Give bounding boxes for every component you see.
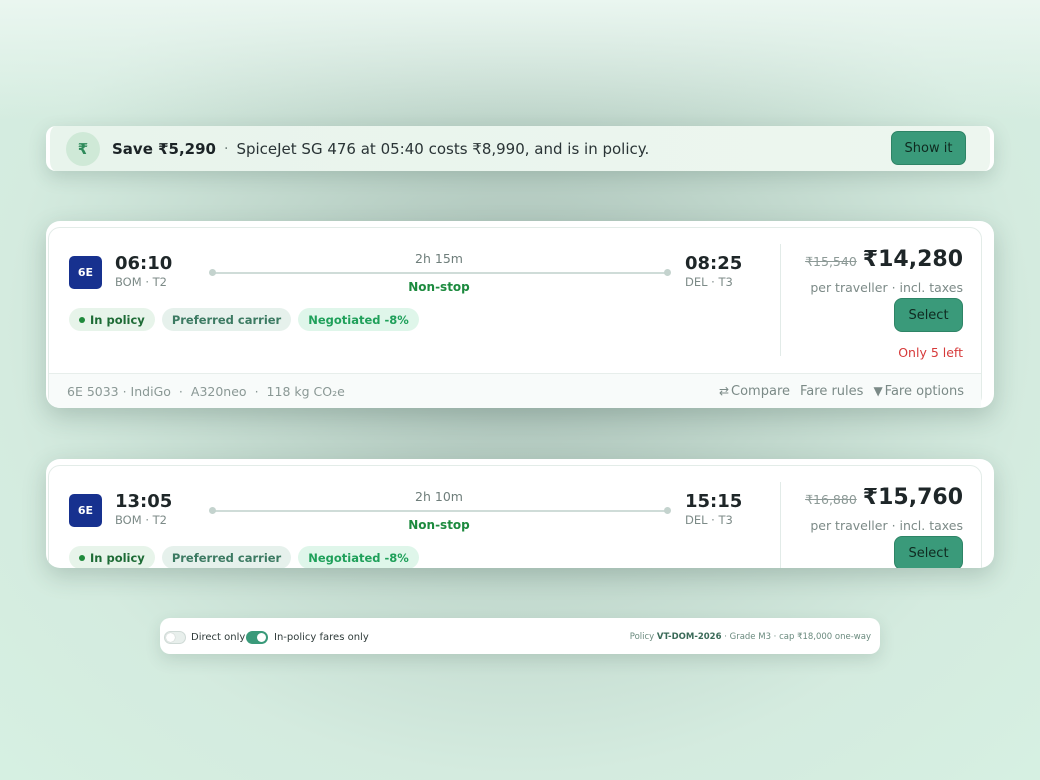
flight-number: 6E 5033 · IndiGo <box>67 384 171 399</box>
compare-link[interactable]: ⇄ Compare <box>719 384 790 399</box>
departure-airport: BOM · T2 <box>115 275 167 289</box>
show-it-button[interactable]: Show it <box>891 131 966 165</box>
fare-options-link[interactable]: ▼ Fare options <box>873 384 964 399</box>
flight-card: 6E 13:05 BOM · T2 2h 10m Non-stop 15:15 … <box>46 459 994 568</box>
status-dot-icon <box>79 316 85 323</box>
departure-airport: BOM · T2 <box>115 513 167 527</box>
fare-chips: In policy Preferred carrier Negotiated -… <box>69 308 419 331</box>
flight-card-body: 6E 06:10 BOM · T2 2h 15m Non-stop 08:25 … <box>48 227 982 408</box>
savings-amount: Save ₹5,290 <box>112 139 216 158</box>
compare-icon: ⇄ <box>718 384 730 398</box>
fare-rules-link[interactable]: Fare rules <box>800 384 863 399</box>
flight-card-body: 6E 13:05 BOM · T2 2h 10m Non-stop 15:15 … <box>48 465 982 568</box>
select-button[interactable]: Select <box>894 298 963 332</box>
in-policy-chip: In policy <box>69 308 155 331</box>
savings-message: SpiceJet SG 476 at 05:40 costs ₹8,990, a… <box>236 139 650 158</box>
original-price: ₹15,540 <box>805 254 857 269</box>
flight-duration: 2h 10m <box>415 489 463 504</box>
negotiated-chip: Negotiated -8% <box>298 308 419 331</box>
aircraft-type: A320neo <box>190 384 247 399</box>
rupee-icon: ₹ <box>66 131 100 166</box>
separator: · <box>178 384 183 399</box>
in-policy-chip: In policy <box>69 546 155 568</box>
select-button[interactable]: Select <box>894 536 963 568</box>
origin-dot <box>209 507 216 514</box>
in-policy-only-label: In-policy fares only <box>274 632 369 643</box>
toggle-knob <box>166 633 175 642</box>
arrival-time: 08:25 <box>685 253 743 274</box>
in-policy-toggle[interactable] <box>246 631 268 644</box>
price-block: ₹16,880 ₹15,760 <box>805 485 963 510</box>
co2-emissions: 118 kg CO₂e <box>266 384 345 399</box>
original-price: ₹16,880 <box>805 492 857 507</box>
preferred-carrier-chip: Preferred carrier <box>161 308 292 331</box>
policy-prefix: Policy <box>629 632 655 642</box>
price-note: per traveller · incl. taxes <box>810 518 963 533</box>
flight-card: 6E 06:10 BOM · T2 2h 15m Non-stop 08:25 … <box>46 221 994 408</box>
stops-label: Non-stop <box>408 518 470 532</box>
policy-detail: · Grade M3 · cap ₹18,000 one-way <box>724 632 871 642</box>
arrival-airport: DEL · T3 <box>685 275 733 289</box>
in-policy-label: In policy <box>90 550 145 565</box>
destination-dot <box>664 269 671 276</box>
policy-id: VT-DOM-2026 <box>656 632 722 642</box>
seats-left-warning: Only 5 left <box>898 345 963 360</box>
preferred-carrier-chip: Preferred carrier <box>161 546 292 568</box>
filter-bar: Direct only In-policy fares only Policy … <box>160 618 880 654</box>
origin-dot <box>209 269 216 276</box>
flight-duration: 2h 15m <box>415 251 463 266</box>
departure-time: 06:10 <box>115 253 173 274</box>
price-note: per traveller · incl. taxes <box>810 280 963 295</box>
airline-logo: 6E <box>69 494 102 527</box>
destination-dot <box>664 507 671 514</box>
direct-only-label: Direct only <box>191 632 246 643</box>
current-price: ₹14,280 <box>862 247 963 272</box>
fare-options-label: Fare options <box>884 384 964 399</box>
status-dot-icon <box>79 554 85 561</box>
caret-down-icon: ▼ <box>873 384 883 398</box>
policy-info: Policy VT-DOM-2026 · Grade M3 · cap ₹18,… <box>630 632 871 642</box>
arrival-airport: DEL · T3 <box>685 513 733 527</box>
fare-chips: In policy Preferred carrier Negotiated -… <box>69 546 419 568</box>
in-policy-label: In policy <box>90 312 145 327</box>
card-footer: 6E 5033 · IndiGo · A320neo · 118 kg CO₂e… <box>49 373 981 408</box>
direct-only-toggle[interactable] <box>164 631 186 644</box>
compare-label: Compare <box>731 384 791 399</box>
card-actions: ⇄ Compare Fare rules ▼ Fare options <box>719 384 964 399</box>
flight-details: 6E 5033 · IndiGo · A320neo · 118 kg CO₂e <box>67 384 345 399</box>
separator: · <box>223 140 229 157</box>
price-divider <box>780 482 781 568</box>
route-line <box>209 269 671 276</box>
arrival-time: 15:15 <box>685 491 743 512</box>
toggle-knob <box>257 633 266 642</box>
route-line <box>209 507 671 514</box>
negotiated-chip: Negotiated -8% <box>298 546 419 568</box>
separator: · <box>254 384 259 399</box>
stops-label: Non-stop <box>408 280 470 294</box>
price-divider <box>780 244 781 356</box>
price-block: ₹15,540 ₹14,280 <box>805 247 963 272</box>
departure-time: 13:05 <box>115 491 173 512</box>
current-price: ₹15,760 <box>862 485 963 510</box>
airline-logo: 6E <box>69 256 102 289</box>
savings-banner: ₹ Save ₹5,290 · SpiceJet SG 476 at 05:40… <box>46 126 994 171</box>
background-glow <box>0 0 1040 120</box>
